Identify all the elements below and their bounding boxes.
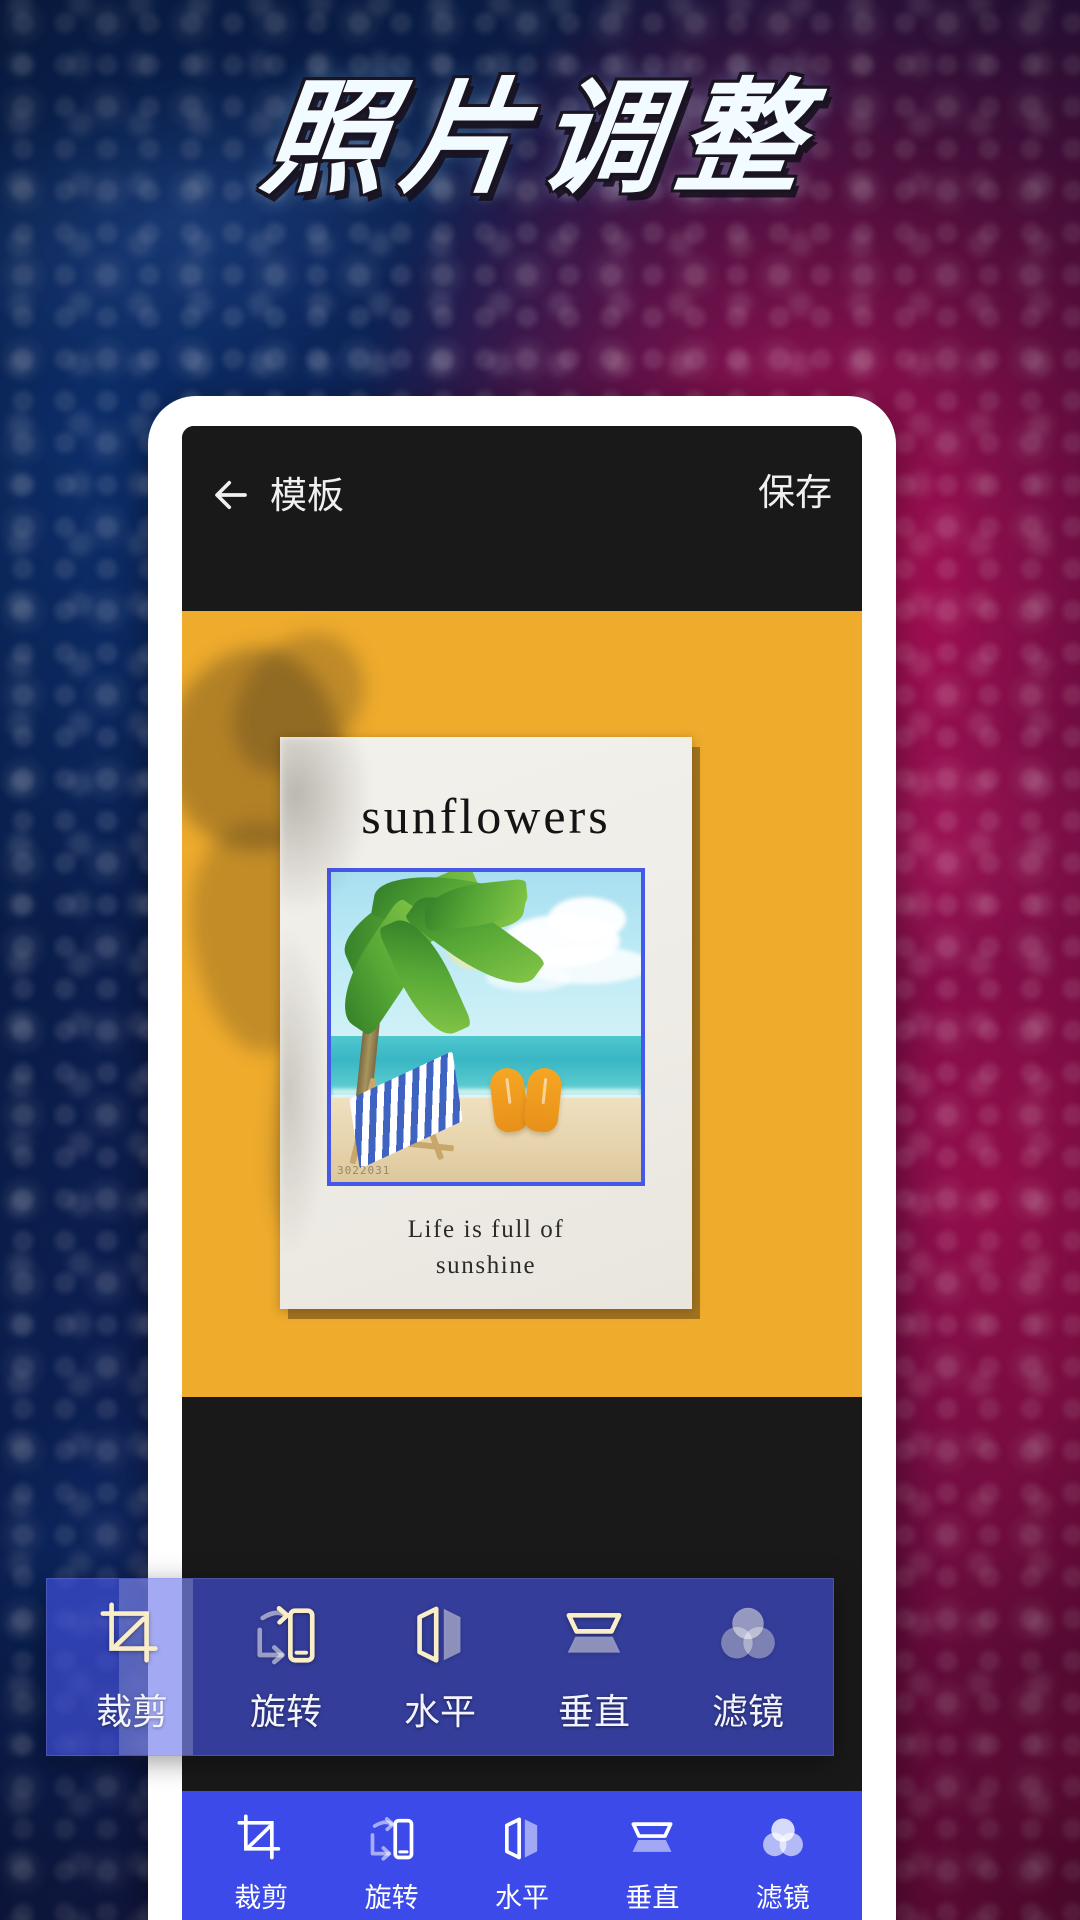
header-left-group[interactable]: 模板: [210, 474, 344, 516]
promo-headline: 照片调整: [0, 66, 1080, 211]
toolbar-label: 水平: [494, 1883, 549, 1914]
editor-toolbar: 裁剪 旋转 水平 垂直 滤镜: [182, 1791, 862, 1920]
callout-item-filter[interactable]: 滤镜: [673, 1599, 823, 1735]
toolbar-item-crop[interactable]: 裁剪: [205, 1812, 317, 1915]
illustration-cloud: [548, 896, 626, 941]
poster-caption[interactable]: Life is full of sunshine: [280, 1212, 692, 1283]
toolbar-item-rotate[interactable]: 旋转: [336, 1812, 448, 1915]
back-arrow-icon[interactable]: [210, 474, 252, 516]
flip-horizontal-icon: [417, 1606, 461, 1663]
illustration-deck-chair: [348, 1051, 470, 1170]
toolbar-label: 滤镜: [755, 1883, 810, 1914]
poster-title[interactable]: sunflowers: [280, 787, 692, 845]
callout-label: 裁剪: [95, 1692, 168, 1733]
photo-watermark: 3022031: [337, 1164, 391, 1177]
callout-item-crop[interactable]: 裁剪: [57, 1599, 207, 1735]
toolbar-label: 裁剪: [234, 1883, 289, 1914]
rotate-icon: [257, 1606, 315, 1665]
callout-label: 旋转: [249, 1692, 322, 1733]
callout-label: 水平: [403, 1692, 476, 1733]
toolbar-zoom-callout: 裁剪 旋转 水平 垂直 滤镜: [46, 1578, 834, 1756]
save-button[interactable]: 保存: [758, 474, 832, 511]
flip-vertical-icon: [566, 1613, 622, 1653]
app-header: 模板 保存: [182, 426, 862, 611]
filter-circles-icon: [762, 1818, 803, 1857]
toolbar-label: 垂直: [625, 1883, 680, 1914]
filter-circles-icon: [721, 1607, 775, 1659]
toolbar-item-flip-horizontal[interactable]: 水平: [466, 1812, 578, 1915]
callout-label: 滤镜: [711, 1692, 784, 1733]
toolbar-item-filter[interactable]: 滤镜: [727, 1812, 839, 1915]
photo-placeholder-selected[interactable]: 3022031: [327, 868, 645, 1186]
flip-horizontal-icon: [504, 1817, 538, 1860]
crop-icon: [237, 1814, 281, 1860]
callout-label: 垂直: [557, 1692, 630, 1733]
toolbar-label: 旋转: [364, 1883, 419, 1914]
editor-canvas[interactable]: sunflowers 3022031 Life is full of sunsh…: [182, 611, 862, 1397]
crop-icon: [100, 1602, 158, 1663]
flip-vertical-icon: [631, 1822, 673, 1852]
toolbar-item-flip-vertical[interactable]: 垂直: [596, 1812, 708, 1915]
callout-item-flip-horizontal[interactable]: 水平: [365, 1599, 515, 1735]
rotate-icon: [370, 1817, 413, 1861]
page-title: 模板: [270, 473, 344, 517]
promo-headline-text: 照片调整: [255, 66, 825, 211]
poster-card[interactable]: sunflowers 3022031 Life is full of sunsh…: [280, 737, 692, 1309]
callout-item-flip-vertical[interactable]: 垂直: [519, 1599, 669, 1735]
callout-item-rotate[interactable]: 旋转: [211, 1599, 361, 1735]
